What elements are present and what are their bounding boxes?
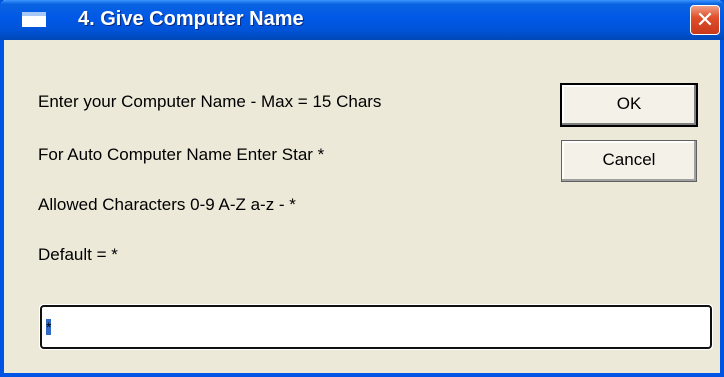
computer-name-input[interactable] <box>39 304 713 350</box>
cancel-button[interactable]: Cancel <box>561 140 697 182</box>
close-button[interactable]: ✕ <box>690 5 720 35</box>
instruction-auto-name: For Auto Computer Name Enter Star * <box>38 145 325 164</box>
close-icon: ✕ <box>695 7 715 32</box>
dialog-window: 4. Give Computer Name ✕ Enter your Compu… <box>0 0 724 377</box>
window-icon <box>22 12 46 27</box>
instruction-max-chars: Enter your Computer Name - Max = 15 Char… <box>38 92 382 111</box>
instruction-default: Default = * <box>38 245 118 264</box>
title-bar[interactable]: 4. Give Computer Name ✕ <box>0 0 724 40</box>
ok-button[interactable]: OK <box>560 83 698 127</box>
instruction-allowed-chars: Allowed Characters 0-9 A-Z a-z - * <box>38 195 296 214</box>
window-title: 4. Give Computer Name <box>78 8 304 30</box>
